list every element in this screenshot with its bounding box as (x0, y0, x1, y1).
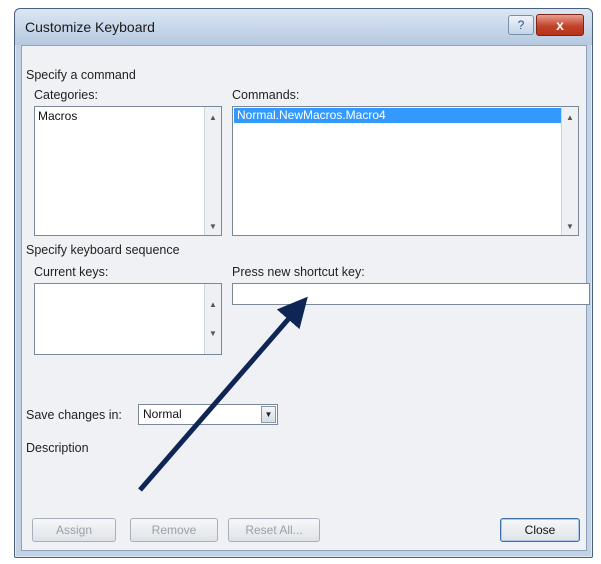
arrow-line (138, 296, 308, 492)
annotation-arrow (138, 296, 308, 492)
